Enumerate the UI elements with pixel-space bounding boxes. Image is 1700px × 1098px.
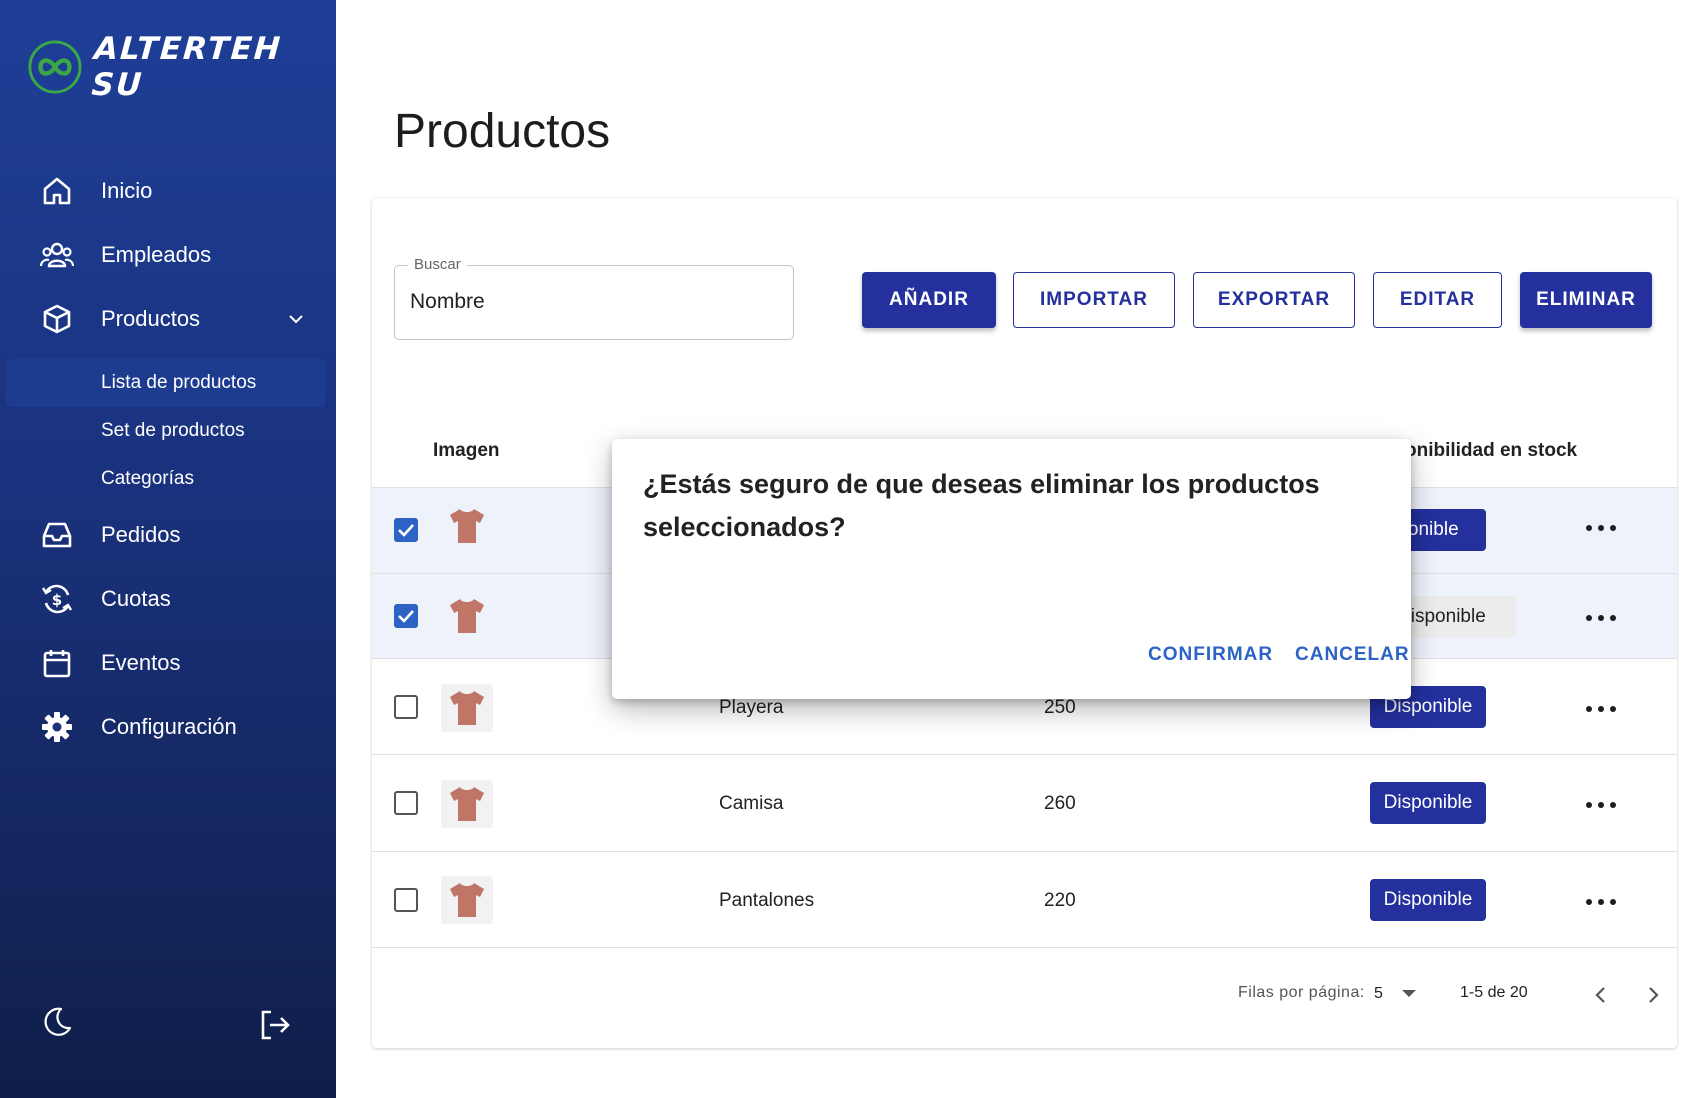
moon-icon[interactable]	[39, 1004, 75, 1040]
product-thumbnail	[441, 592, 493, 640]
tshirt-icon	[450, 691, 484, 725]
sidebar-item-label: Cuotas	[101, 586, 171, 611]
row-checkbox[interactable]	[394, 695, 418, 719]
calendar-icon	[40, 646, 74, 680]
edit-button[interactable]: EDITAR	[1373, 272, 1502, 328]
sidebar-item-label: Configuración	[101, 714, 237, 739]
chevron-right-icon	[1649, 987, 1659, 1003]
confirm-delete-dialog: ¿Estás seguro de que deseas eliminar los…	[612, 439, 1411, 699]
inbox-icon	[40, 518, 74, 552]
tshirt-icon	[450, 509, 484, 543]
more-options-icon[interactable]	[1586, 612, 1616, 624]
column-header-image: Imagen	[433, 440, 500, 461]
tshirt-icon	[450, 599, 484, 633]
product-thumbnail	[441, 502, 493, 550]
product-name: Pantalones	[719, 890, 815, 911]
home-icon	[40, 174, 74, 208]
sidebar-item-label: Inicio	[101, 178, 153, 203]
product-price: 250	[1044, 697, 1076, 718]
more-options-icon[interactable]	[1586, 522, 1616, 534]
sidebar-subitem-categorias[interactable]: Categorías	[6, 455, 326, 503]
more-options-icon[interactable]	[1586, 703, 1616, 715]
rows-per-page-value: 5	[1374, 985, 1383, 1002]
sidebar-item-productos[interactable]: Productos	[0, 293, 336, 345]
rows-per-page-label: Filas por página:	[1238, 984, 1365, 1001]
sidebar-item-inicio[interactable]: Inicio	[0, 165, 336, 217]
product-thumbnail	[441, 876, 493, 924]
product-thumbnail	[441, 780, 493, 828]
sidebar: ALTERTEH SU Inicio Empleados Productos L…	[0, 0, 336, 1098]
page-title: Productos	[394, 105, 611, 158]
product-price: 220	[1044, 890, 1076, 911]
brand-name: ALTERTEH SU	[90, 31, 284, 103]
product-thumbnail	[441, 684, 493, 732]
sidebar-subitem-label: Set de productos	[101, 420, 245, 441]
sidebar-item-configuracion[interactable]: Configuración	[0, 701, 336, 753]
stock-status-badge: Disponible	[1370, 879, 1486, 921]
export-button[interactable]: EXPORTAR	[1193, 272, 1355, 328]
search-label: Buscar	[408, 256, 467, 273]
search-value: Nombre	[410, 290, 485, 313]
product-name: Camisa	[719, 793, 784, 814]
sidebar-subitem-set-de-productos[interactable]: Set de productos	[6, 407, 326, 455]
users-icon	[40, 238, 74, 272]
delete-button[interactable]: ELIMINAR	[1520, 272, 1652, 328]
brand-logo[interactable]: ALTERTEH SU	[27, 31, 336, 103]
tshirt-icon	[450, 787, 484, 821]
dialog-title: ¿Estás seguro de que deseas eliminar los…	[643, 469, 1320, 542]
svg-text:$: $	[52, 591, 62, 609]
sidebar-item-label: Productos	[101, 306, 201, 331]
sidebar-subitem-lista-de-productos[interactable]: Lista de productos	[6, 359, 326, 407]
caret-down-icon	[1402, 990, 1416, 997]
row-checkbox[interactable]	[394, 604, 418, 628]
product-price: 260	[1044, 793, 1076, 814]
more-options-icon[interactable]	[1586, 799, 1616, 811]
confirm-button[interactable]: CONFIRMAR	[1148, 644, 1273, 666]
gear-icon	[40, 710, 74, 744]
tshirt-icon	[450, 883, 484, 917]
sidebar-subitem-label: Categorías	[101, 468, 194, 489]
more-options-icon[interactable]	[1586, 896, 1616, 908]
row-checkbox[interactable]	[394, 791, 418, 815]
row-checkbox[interactable]	[394, 518, 418, 542]
sidebar-subitem-label: Lista de productos	[101, 372, 257, 393]
check-icon	[398, 610, 414, 623]
sidebar-item-label: Pedidos	[101, 522, 181, 547]
cancel-button[interactable]: CANCELAR	[1295, 644, 1410, 666]
sidebar-item-eventos[interactable]: Eventos	[0, 637, 336, 689]
chevron-left-icon	[1595, 987, 1605, 1003]
pagination-range: 1-5 de 20	[1460, 984, 1528, 1001]
product-name: Playera	[719, 697, 784, 718]
sidebar-item-cuotas[interactable]: $ Cuotas	[0, 573, 336, 625]
sidebar-item-label: Eventos	[101, 650, 181, 675]
sidebar-item-pedidos[interactable]: Pedidos	[0, 509, 336, 561]
sidebar-item-empleados[interactable]: Empleados	[0, 229, 336, 281]
import-button[interactable]: IMPORTAR	[1013, 272, 1175, 328]
column-header-stock: onibilidad en stock	[1405, 440, 1578, 461]
add-button[interactable]: AÑADIR	[862, 272, 996, 328]
check-icon	[398, 524, 414, 537]
stock-status-badge: Disponible	[1370, 782, 1486, 824]
previous-page-button[interactable]	[1584, 978, 1618, 1012]
box-icon	[40, 302, 74, 336]
dollar-cycle-icon: $	[40, 582, 74, 616]
rows-per-page-select[interactable]: 5	[1372, 982, 1422, 1008]
infinity-logo-icon	[28, 40, 82, 94]
sidebar-item-label: Empleados	[101, 242, 212, 267]
row-checkbox[interactable]	[394, 888, 418, 912]
logout-icon[interactable]	[257, 1007, 293, 1043]
next-page-button[interactable]	[1636, 978, 1670, 1012]
chevron-down-icon	[289, 315, 303, 324]
